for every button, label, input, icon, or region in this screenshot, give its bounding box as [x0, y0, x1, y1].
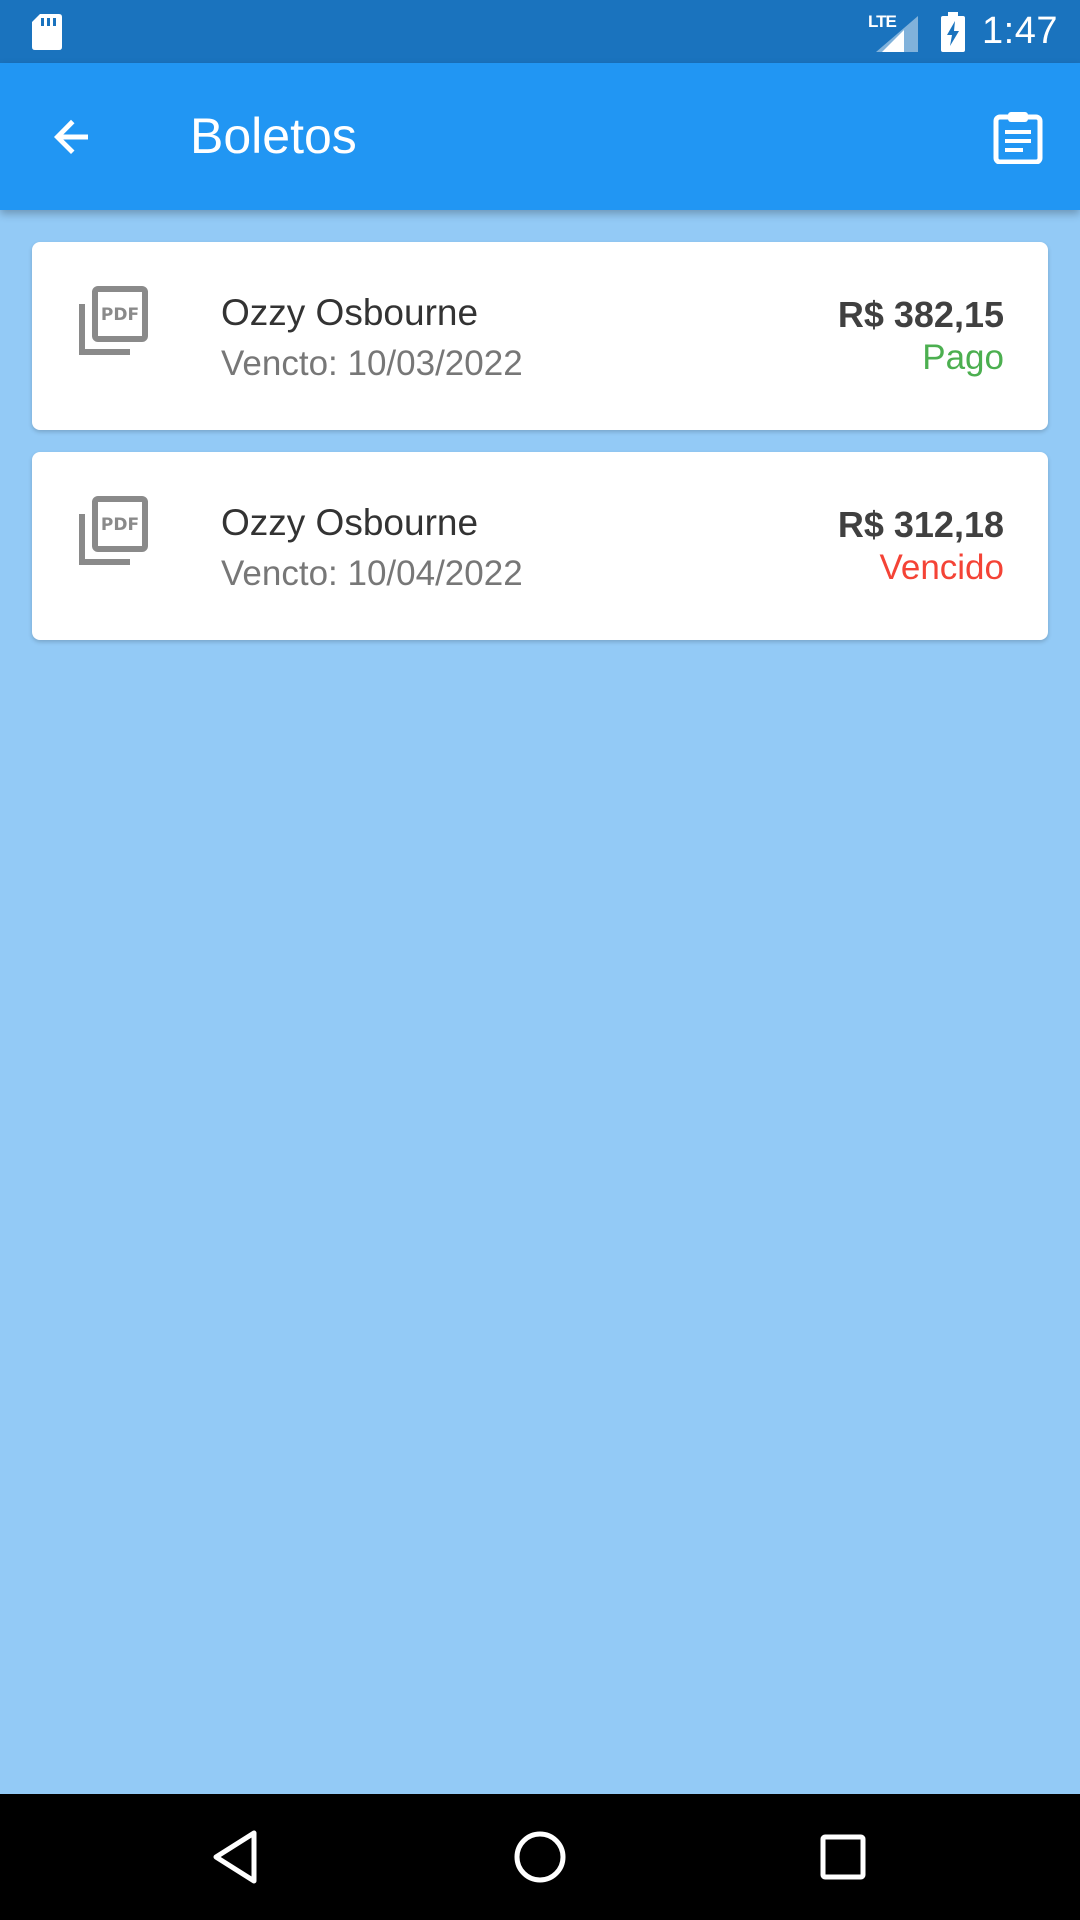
boleto-status: Pago — [922, 338, 1004, 377]
app-bar: Boletos — [0, 63, 1080, 210]
nav-back-button[interactable] — [200, 1822, 270, 1892]
recents-square-icon — [820, 1834, 866, 1880]
nav-home-button[interactable] — [505, 1822, 575, 1892]
page-title: Boletos — [190, 108, 357, 164]
back-triangle-icon — [213, 1830, 257, 1884]
boleto-due-date: Vencto: 10/03/2022 — [221, 344, 523, 383]
boleto-list: PDF Ozzy Osbourne Vencto: 10/03/2022 R$ … — [32, 242, 1048, 662]
status-bar: LTE 1:47 — [0, 0, 1080, 63]
battery-charging-icon — [941, 11, 966, 52]
svg-text:PDF: PDF — [101, 515, 139, 535]
boleto-card[interactable]: PDF Ozzy Osbourne Vencto: 10/03/2022 R$ … — [32, 242, 1048, 430]
boleto-payer-name: Ozzy Osbourne — [221, 292, 479, 333]
boleto-card[interactable]: PDF Ozzy Osbourne Vencto: 10/04/2022 R$ … — [32, 452, 1048, 640]
pdf-icon: PDF — [79, 286, 148, 355]
svg-text:PDF: PDF — [101, 305, 139, 325]
status-time: 1:47 — [982, 10, 1058, 52]
clipboard-list-icon — [993, 112, 1043, 164]
report-button[interactable] — [986, 105, 1050, 169]
boleto-due-date: Vencto: 10/04/2022 — [221, 554, 523, 593]
sd-card-icon — [32, 14, 62, 50]
boleto-payer-name: Ozzy Osbourne — [221, 502, 479, 543]
home-circle-icon — [514, 1831, 566, 1883]
back-button[interactable] — [42, 109, 102, 165]
boleto-status: Vencido — [879, 548, 1004, 587]
pdf-icon: PDF — [79, 496, 148, 565]
system-nav-bar — [0, 1794, 1080, 1920]
nav-recents-button[interactable] — [808, 1822, 878, 1892]
signal-icon — [876, 15, 919, 52]
boleto-amount: R$ 382,15 — [837, 294, 1004, 335]
arrow-back-icon — [54, 119, 88, 154]
boleto-amount: R$ 312,18 — [837, 504, 1004, 545]
